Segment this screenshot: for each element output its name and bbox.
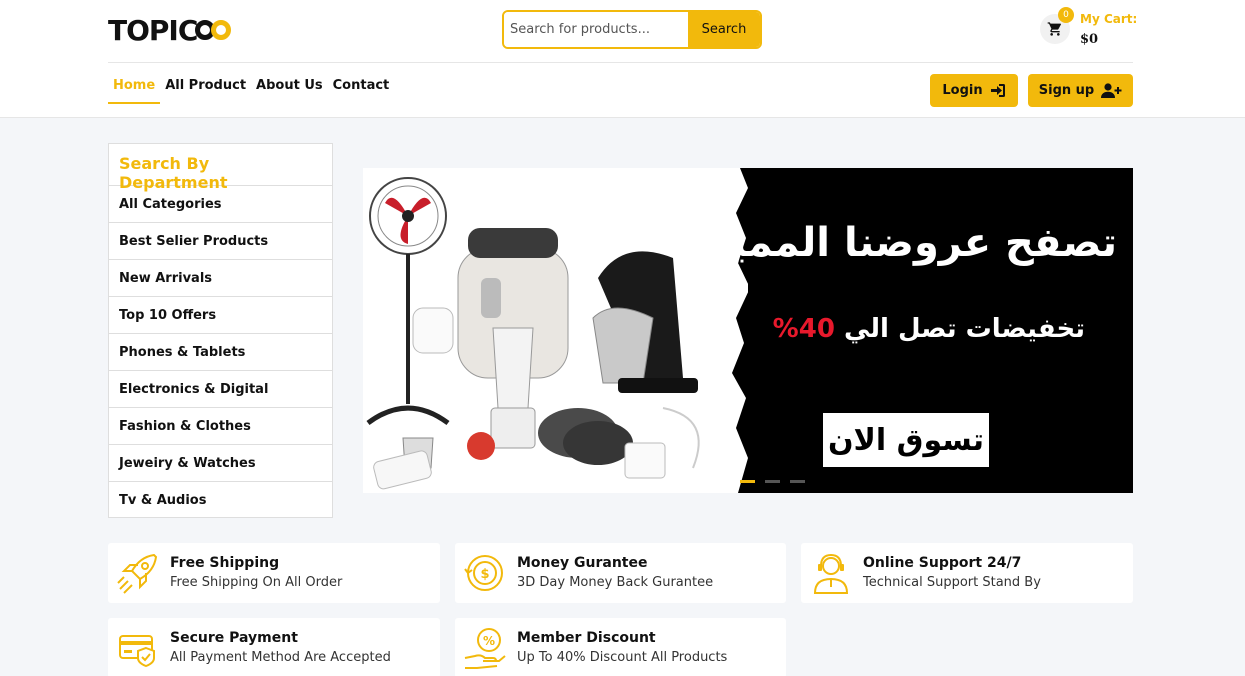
department-title: Search By Department <box>109 144 332 192</box>
sidebar-item-best-seller[interactable]: Best Selier Products <box>109 223 332 260</box>
carousel-dot-1[interactable] <box>740 480 755 483</box>
feature-desc: Technical Support Stand By <box>863 575 1041 590</box>
feature-title: Member Discount <box>517 630 656 646</box>
feature-secure-payment: Secure Payment All Payment Method Are Ac… <box>108 618 440 676</box>
feature-online-support: Online Support 24/7 Technical Support St… <box>801 543 1133 603</box>
sidebar-item-new-arrivals[interactable]: New Arrivals <box>109 260 332 297</box>
feature-money-guarantee: $ Money Gurantee 3D Day Money Back Guran… <box>455 543 786 603</box>
site-logo[interactable]: TOPIC <box>108 14 232 47</box>
feature-desc: 3D Day Money Back Gurantee <box>517 575 714 590</box>
feature-title: Free Shipping <box>170 555 280 571</box>
header-divider <box>108 62 1133 63</box>
site-header: TOPIC Search 0 My Cart: $0 Home All Prod… <box>0 0 1245 118</box>
nav-all-product[interactable]: All Product <box>160 72 251 104</box>
feature-title: Online Support 24/7 <box>863 555 1022 571</box>
svg-text:%: % <box>483 634 495 648</box>
feature-title: Secure Payment <box>170 630 298 646</box>
carousel-indicators <box>740 480 805 483</box>
sidebar-item-phones[interactable]: Phones & Tablets <box>109 334 332 371</box>
user-plus-icon <box>1101 83 1122 98</box>
logo-rings <box>195 20 232 40</box>
department-sidebar: Search By Department All Categories Best… <box>108 143 333 518</box>
login-label: Login <box>942 83 983 98</box>
sign-in-icon <box>990 84 1005 97</box>
banner-headline: تصفح عروضنا المميزة <box>682 220 1117 266</box>
hero-banner[interactable]: تصفح عروضنا المميزة تخفيضات تصل الي 40% … <box>363 168 1133 493</box>
banner-subline: تخفيضات تصل الي 40% <box>773 314 1085 344</box>
feature-free-shipping: Free Shipping Free Shipping On All Order <box>108 543 440 603</box>
cart-count-badge: 0 <box>1058 7 1074 23</box>
signup-label: Sign up <box>1038 83 1095 98</box>
sidebar-item-fashion[interactable]: Fashion & Clothes <box>109 408 332 445</box>
nav-contact[interactable]: Contact <box>328 72 395 104</box>
search-bar: Search <box>502 10 762 49</box>
feature-desc: Up To 40% Discount All Products <box>517 650 728 665</box>
feature-desc: Free Shipping On All Order <box>170 575 343 590</box>
discount-hand-icon: % <box>464 628 506 669</box>
feature-title: Money Gurantee <box>517 555 648 571</box>
credit-card-icon <box>119 635 155 668</box>
money-guarantee-icon: $ <box>464 555 503 591</box>
sidebar-item-jewelry[interactable]: Jeweiry & Watches <box>109 445 332 482</box>
feature-member-discount: % Member Discount Up To 40% Discount All… <box>455 618 786 676</box>
feature-desc: All Payment Method Are Accepted <box>170 650 391 665</box>
banner-subline-text: تخفيضات تصل الي <box>843 314 1085 344</box>
main-nav: Home All Product About Us Contact <box>108 72 394 104</box>
search-button[interactable]: Search <box>688 12 760 47</box>
cart-amount: $0 <box>1080 32 1099 47</box>
svg-text:$: $ <box>480 567 489 582</box>
sidebar-item-tv-audio[interactable]: Tv & Audios <box>109 482 332 519</box>
nav-home[interactable]: Home <box>108 72 161 104</box>
banner-discount-percent: 40% <box>772 314 835 344</box>
nav-about-us[interactable]: About Us <box>251 72 328 104</box>
carousel-dot-2[interactable] <box>765 480 780 483</box>
cart-widget[interactable]: 0 My Cart: $0 <box>1040 7 1140 52</box>
banner-torn-edge <box>732 168 778 493</box>
signup-button[interactable]: Sign up <box>1028 74 1133 107</box>
support-agent-icon <box>813 553 849 594</box>
shop-now-button[interactable]: تسوق الان <box>823 413 989 467</box>
appliances-image <box>366 177 700 490</box>
carousel-dot-3[interactable] <box>790 480 805 483</box>
search-input[interactable] <box>504 12 688 47</box>
cart-label: My Cart: <box>1080 12 1138 26</box>
rocket-icon <box>117 553 158 594</box>
login-button[interactable]: Login <box>930 74 1018 107</box>
sidebar-item-electronics[interactable]: Electronics & Digital <box>109 371 332 408</box>
sidebar-item-top-offers[interactable]: Top 10 Offers <box>109 297 332 334</box>
